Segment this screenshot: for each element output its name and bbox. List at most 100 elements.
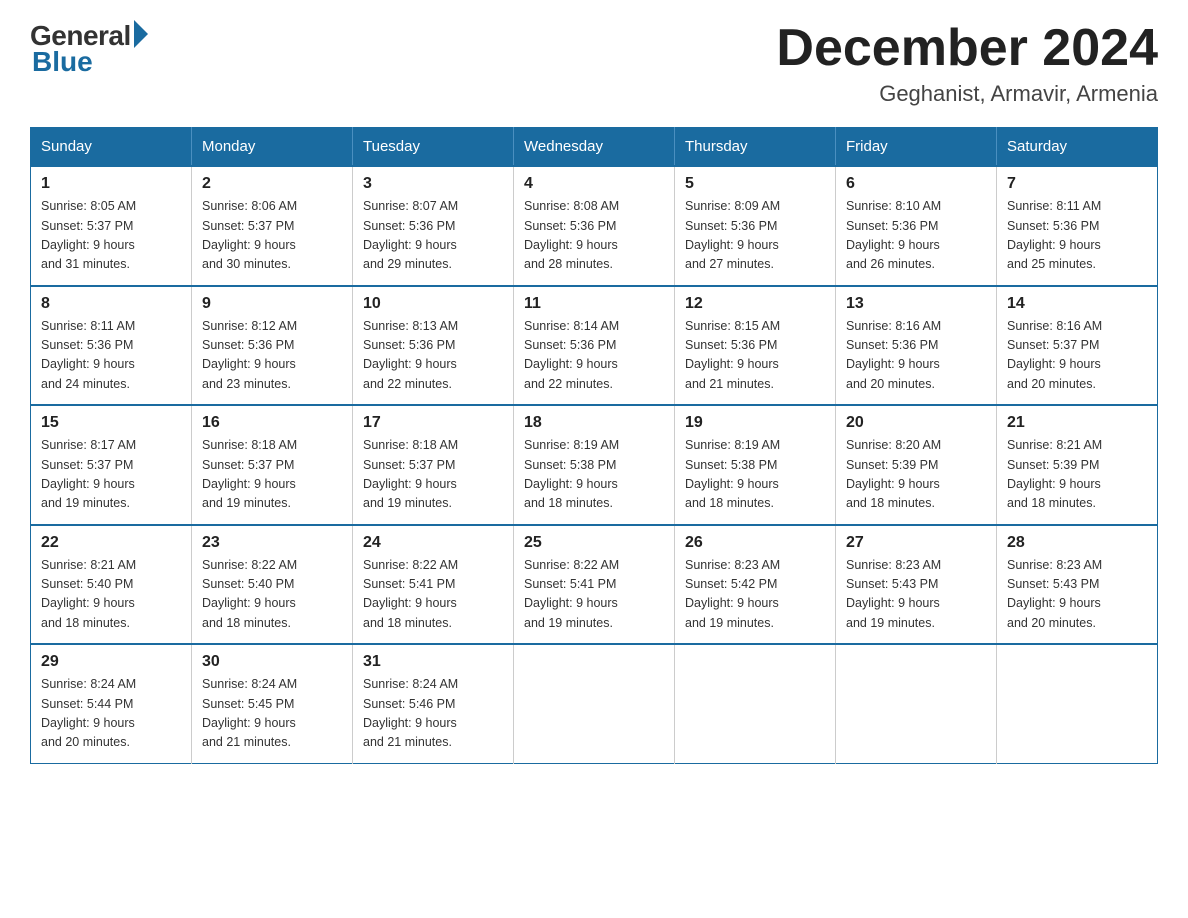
day-number: 9 bbox=[202, 295, 342, 313]
calendar-day-cell: 8 Sunrise: 8:11 AMSunset: 5:36 PMDayligh… bbox=[31, 286, 192, 406]
day-number: 15 bbox=[41, 414, 181, 432]
day-info: Sunrise: 8:23 AMSunset: 5:43 PMDaylight:… bbox=[1007, 556, 1147, 634]
day-number: 20 bbox=[846, 414, 986, 432]
day-number: 26 bbox=[685, 534, 825, 552]
day-info: Sunrise: 8:23 AMSunset: 5:43 PMDaylight:… bbox=[846, 556, 986, 634]
day-info: Sunrise: 8:08 AMSunset: 5:36 PMDaylight:… bbox=[524, 197, 664, 275]
day-info: Sunrise: 8:10 AMSunset: 5:36 PMDaylight:… bbox=[846, 197, 986, 275]
calendar-day-cell: 30 Sunrise: 8:24 AMSunset: 5:45 PMDaylig… bbox=[192, 644, 353, 763]
calendar-week-row: 29 Sunrise: 8:24 AMSunset: 5:44 PMDaylig… bbox=[31, 644, 1158, 763]
calendar-day-cell: 7 Sunrise: 8:11 AMSunset: 5:36 PMDayligh… bbox=[997, 166, 1158, 286]
calendar-day-cell bbox=[836, 644, 997, 763]
day-number: 22 bbox=[41, 534, 181, 552]
calendar-day-cell: 25 Sunrise: 8:22 AMSunset: 5:41 PMDaylig… bbox=[514, 525, 675, 645]
calendar-day-cell bbox=[675, 644, 836, 763]
day-info: Sunrise: 8:24 AMSunset: 5:44 PMDaylight:… bbox=[41, 675, 181, 753]
logo: General Blue bbox=[30, 20, 148, 78]
day-number: 21 bbox=[1007, 414, 1147, 432]
day-info: Sunrise: 8:18 AMSunset: 5:37 PMDaylight:… bbox=[363, 436, 503, 514]
calendar-day-cell: 3 Sunrise: 8:07 AMSunset: 5:36 PMDayligh… bbox=[353, 166, 514, 286]
day-number: 23 bbox=[202, 534, 342, 552]
calendar-week-row: 1 Sunrise: 8:05 AMSunset: 5:37 PMDayligh… bbox=[31, 166, 1158, 286]
calendar-table: SundayMondayTuesdayWednesdayThursdayFrid… bbox=[30, 127, 1158, 764]
calendar-day-cell: 14 Sunrise: 8:16 AMSunset: 5:37 PMDaylig… bbox=[997, 286, 1158, 406]
day-number: 1 bbox=[41, 175, 181, 193]
day-info: Sunrise: 8:06 AMSunset: 5:37 PMDaylight:… bbox=[202, 197, 342, 275]
day-info: Sunrise: 8:14 AMSunset: 5:36 PMDaylight:… bbox=[524, 317, 664, 395]
calendar-week-row: 8 Sunrise: 8:11 AMSunset: 5:36 PMDayligh… bbox=[31, 286, 1158, 406]
day-info: Sunrise: 8:21 AMSunset: 5:40 PMDaylight:… bbox=[41, 556, 181, 634]
day-number: 11 bbox=[524, 295, 664, 313]
day-info: Sunrise: 8:18 AMSunset: 5:37 PMDaylight:… bbox=[202, 436, 342, 514]
page-header: General Blue December 2024 Geghanist, Ar… bbox=[30, 20, 1158, 107]
day-number: 29 bbox=[41, 653, 181, 671]
day-of-week-header: Saturday bbox=[997, 128, 1158, 167]
day-number: 6 bbox=[846, 175, 986, 193]
calendar-day-cell: 9 Sunrise: 8:12 AMSunset: 5:36 PMDayligh… bbox=[192, 286, 353, 406]
calendar-day-cell: 21 Sunrise: 8:21 AMSunset: 5:39 PMDaylig… bbox=[997, 405, 1158, 525]
day-info: Sunrise: 8:17 AMSunset: 5:37 PMDaylight:… bbox=[41, 436, 181, 514]
day-number: 25 bbox=[524, 534, 664, 552]
day-of-week-header: Wednesday bbox=[514, 128, 675, 167]
day-of-week-header: Friday bbox=[836, 128, 997, 167]
day-number: 7 bbox=[1007, 175, 1147, 193]
day-number: 5 bbox=[685, 175, 825, 193]
day-number: 31 bbox=[363, 653, 503, 671]
calendar-day-cell: 29 Sunrise: 8:24 AMSunset: 5:44 PMDaylig… bbox=[31, 644, 192, 763]
day-info: Sunrise: 8:19 AMSunset: 5:38 PMDaylight:… bbox=[524, 436, 664, 514]
day-info: Sunrise: 8:11 AMSunset: 5:36 PMDaylight:… bbox=[41, 317, 181, 395]
day-of-week-header: Sunday bbox=[31, 128, 192, 167]
day-number: 27 bbox=[846, 534, 986, 552]
calendar-day-cell: 13 Sunrise: 8:16 AMSunset: 5:36 PMDaylig… bbox=[836, 286, 997, 406]
day-info: Sunrise: 8:05 AMSunset: 5:37 PMDaylight:… bbox=[41, 197, 181, 275]
calendar-week-row: 22 Sunrise: 8:21 AMSunset: 5:40 PMDaylig… bbox=[31, 525, 1158, 645]
calendar-day-cell: 26 Sunrise: 8:23 AMSunset: 5:42 PMDaylig… bbox=[675, 525, 836, 645]
calendar-week-row: 15 Sunrise: 8:17 AMSunset: 5:37 PMDaylig… bbox=[31, 405, 1158, 525]
day-info: Sunrise: 8:11 AMSunset: 5:36 PMDaylight:… bbox=[1007, 197, 1147, 275]
calendar-day-cell: 27 Sunrise: 8:23 AMSunset: 5:43 PMDaylig… bbox=[836, 525, 997, 645]
day-info: Sunrise: 8:09 AMSunset: 5:36 PMDaylight:… bbox=[685, 197, 825, 275]
calendar-day-cell: 28 Sunrise: 8:23 AMSunset: 5:43 PMDaylig… bbox=[997, 525, 1158, 645]
day-of-week-header: Tuesday bbox=[353, 128, 514, 167]
day-number: 18 bbox=[524, 414, 664, 432]
day-info: Sunrise: 8:22 AMSunset: 5:41 PMDaylight:… bbox=[363, 556, 503, 634]
calendar-day-cell: 11 Sunrise: 8:14 AMSunset: 5:36 PMDaylig… bbox=[514, 286, 675, 406]
day-number: 2 bbox=[202, 175, 342, 193]
location-label: Geghanist, Armavir, Armenia bbox=[776, 81, 1158, 107]
day-number: 24 bbox=[363, 534, 503, 552]
day-number: 12 bbox=[685, 295, 825, 313]
month-title: December 2024 bbox=[776, 20, 1158, 77]
calendar-day-cell: 2 Sunrise: 8:06 AMSunset: 5:37 PMDayligh… bbox=[192, 166, 353, 286]
calendar-day-cell: 10 Sunrise: 8:13 AMSunset: 5:36 PMDaylig… bbox=[353, 286, 514, 406]
calendar-day-cell: 19 Sunrise: 8:19 AMSunset: 5:38 PMDaylig… bbox=[675, 405, 836, 525]
day-info: Sunrise: 8:16 AMSunset: 5:37 PMDaylight:… bbox=[1007, 317, 1147, 395]
day-number: 8 bbox=[41, 295, 181, 313]
calendar-day-cell: 17 Sunrise: 8:18 AMSunset: 5:37 PMDaylig… bbox=[353, 405, 514, 525]
day-number: 3 bbox=[363, 175, 503, 193]
calendar-day-cell: 20 Sunrise: 8:20 AMSunset: 5:39 PMDaylig… bbox=[836, 405, 997, 525]
day-info: Sunrise: 8:12 AMSunset: 5:36 PMDaylight:… bbox=[202, 317, 342, 395]
calendar-day-cell: 6 Sunrise: 8:10 AMSunset: 5:36 PMDayligh… bbox=[836, 166, 997, 286]
day-number: 16 bbox=[202, 414, 342, 432]
calendar-day-cell: 24 Sunrise: 8:22 AMSunset: 5:41 PMDaylig… bbox=[353, 525, 514, 645]
day-info: Sunrise: 8:23 AMSunset: 5:42 PMDaylight:… bbox=[685, 556, 825, 634]
calendar-day-cell: 12 Sunrise: 8:15 AMSunset: 5:36 PMDaylig… bbox=[675, 286, 836, 406]
calendar-day-cell: 4 Sunrise: 8:08 AMSunset: 5:36 PMDayligh… bbox=[514, 166, 675, 286]
day-info: Sunrise: 8:16 AMSunset: 5:36 PMDaylight:… bbox=[846, 317, 986, 395]
day-info: Sunrise: 8:21 AMSunset: 5:39 PMDaylight:… bbox=[1007, 436, 1147, 514]
calendar-day-cell: 16 Sunrise: 8:18 AMSunset: 5:37 PMDaylig… bbox=[192, 405, 353, 525]
calendar-day-cell: 1 Sunrise: 8:05 AMSunset: 5:37 PMDayligh… bbox=[31, 166, 192, 286]
day-info: Sunrise: 8:13 AMSunset: 5:36 PMDaylight:… bbox=[363, 317, 503, 395]
day-info: Sunrise: 8:15 AMSunset: 5:36 PMDaylight:… bbox=[685, 317, 825, 395]
day-of-week-header: Monday bbox=[192, 128, 353, 167]
calendar-day-cell: 15 Sunrise: 8:17 AMSunset: 5:37 PMDaylig… bbox=[31, 405, 192, 525]
day-number: 13 bbox=[846, 295, 986, 313]
day-info: Sunrise: 8:20 AMSunset: 5:39 PMDaylight:… bbox=[846, 436, 986, 514]
calendar-day-cell: 18 Sunrise: 8:19 AMSunset: 5:38 PMDaylig… bbox=[514, 405, 675, 525]
title-section: December 2024 Geghanist, Armavir, Armeni… bbox=[776, 20, 1158, 107]
day-number: 4 bbox=[524, 175, 664, 193]
calendar-day-cell: 31 Sunrise: 8:24 AMSunset: 5:46 PMDaylig… bbox=[353, 644, 514, 763]
calendar-day-cell: 5 Sunrise: 8:09 AMSunset: 5:36 PMDayligh… bbox=[675, 166, 836, 286]
day-of-week-header: Thursday bbox=[675, 128, 836, 167]
calendar-day-cell bbox=[997, 644, 1158, 763]
